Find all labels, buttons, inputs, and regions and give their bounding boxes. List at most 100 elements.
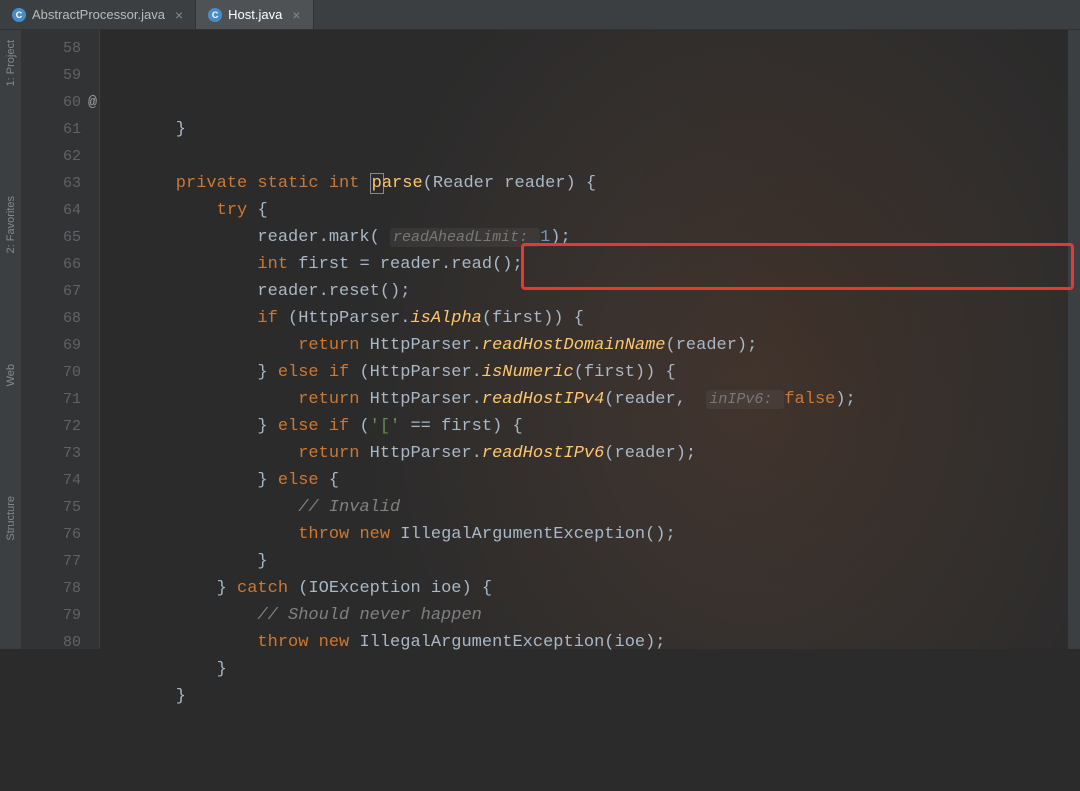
code-line[interactable]: } [135,683,1080,710]
code-line[interactable]: private static int parse(Reader reader) … [135,170,1080,197]
token-param-hint: inIPv6: [706,390,784,409]
tab-label: Host.java [228,7,282,22]
code-line[interactable]: } else if (HttpParser.isNumeric(first)) … [135,359,1080,386]
code-editor[interactable]: } private static int parse(Reader reader… [100,30,1080,649]
gutter-line[interactable]: 62 [22,143,99,170]
code-line[interactable]: if (HttpParser.isAlpha(first)) { [135,305,1080,332]
gutter-line[interactable]: 72 [22,413,99,440]
token-static-method: isAlpha [410,309,481,328]
line-gutter[interactable]: 585960@616263646566676869707172737475767… [22,30,100,649]
tool--favorites[interactable]: 2: Favorites [5,196,17,253]
close-icon[interactable]: × [175,7,183,23]
gutter-line[interactable]: 79 [22,602,99,629]
code-line[interactable] [135,143,1080,170]
token-number: 1 [540,228,550,247]
token-plain: (IOException ioe) { [298,579,492,598]
gutter-line[interactable]: 74 [22,467,99,494]
token-plain: ( [359,417,369,436]
token-plain: (first)) { [574,363,676,382]
token-plain: HttpParser. [370,336,482,355]
code-line[interactable]: throw new IllegalArgumentException(ioe); [135,629,1080,656]
token-plain: (HttpParser. [359,363,481,382]
override-marker-icon[interactable]: @ [88,94,97,111]
token-plain: (Reader reader) { [423,174,596,193]
gutter-line[interactable]: 59 [22,62,99,89]
code-line[interactable]: } else { [135,467,1080,494]
token-plain [135,606,257,625]
token-plain: } [135,660,227,679]
main-area: 1: Project2: FavoritesWebStructure 58596… [0,30,1080,649]
gutter-line[interactable]: 77 [22,548,99,575]
token-plain [135,525,298,544]
code-line[interactable]: throw new IllegalArgumentException(); [135,521,1080,548]
token-plain: } [135,120,186,139]
token-kw: else if [278,363,360,382]
code-line[interactable]: } [135,116,1080,143]
token-plain: } [135,417,278,436]
token-plain [135,336,298,355]
code-line[interactable]: } [135,548,1080,575]
token-type: int [329,174,370,193]
gutter-line[interactable]: 63 [22,170,99,197]
token-plain: reader.mark( [135,228,390,247]
token-type: int [257,255,298,274]
token-kw: private static [135,174,329,193]
gutter-line[interactable]: 71 [22,386,99,413]
gutter-line[interactable]: 60@ [22,89,99,116]
token-plain: } [135,552,268,571]
gutter-line[interactable]: 80 [22,629,99,656]
gutter-line[interactable]: 69 [22,332,99,359]
token-plain: ); [835,390,855,409]
code-line[interactable]: reader.reset(); [135,278,1080,305]
token-plain: { [329,471,339,490]
gutter-line[interactable]: 66 [22,251,99,278]
token-plain [135,255,257,274]
tab-host-java[interactable]: CHost.java× [196,0,313,29]
code-line[interactable]: return HttpParser.readHostIPv6(reader); [135,440,1080,467]
token-plain: IllegalArgumentException(); [400,525,675,544]
gutter-line[interactable]: 61 [22,116,99,143]
token-kw: throw new [298,525,400,544]
gutter-line[interactable]: 75 [22,494,99,521]
token-plain: } [135,687,186,706]
gutter-line[interactable]: 65 [22,224,99,251]
tool--project[interactable]: 1: Project [5,40,17,86]
token-plain: (reader); [604,444,696,463]
code-line[interactable] [135,710,1080,737]
token-plain: (first)) { [482,309,584,328]
token-plain [135,390,298,409]
gutter-line[interactable]: 76 [22,521,99,548]
gutter-line[interactable]: 78 [22,575,99,602]
gutter-line[interactable]: 73 [22,440,99,467]
token-kw: try [217,201,258,220]
token-plain [135,633,257,652]
code-line[interactable]: } else if ('[' == first) { [135,413,1080,440]
tab-abstractprocessor-java[interactable]: CAbstractProcessor.java× [0,0,196,29]
code-line[interactable]: // Should never happen [135,602,1080,629]
token-static-method: readHostIPv4 [482,390,604,409]
token-static-method: readHostIPv6 [482,444,604,463]
close-icon[interactable]: × [292,7,300,23]
code-line[interactable]: } catch (IOException ioe) { [135,575,1080,602]
tool-web[interactable]: Web [5,364,17,386]
token-kw: return [298,336,369,355]
token-plain: } [135,579,237,598]
code-line[interactable]: int first = reader.read(); [135,251,1080,278]
token-method: arse [382,174,423,193]
code-line[interactable]: return HttpParser.readHostDomainName(rea… [135,332,1080,359]
gutter-line[interactable]: 58 [22,35,99,62]
tool-structure[interactable]: Structure [5,496,17,541]
code-line[interactable]: } [135,656,1080,683]
gutter-line[interactable]: 70 [22,359,99,386]
code-line[interactable]: // Invalid [135,494,1080,521]
gutter-line[interactable]: 64 [22,197,99,224]
code-line[interactable]: reader.mark( readAheadLimit: 1); [135,224,1080,251]
token-plain [135,309,257,328]
gutter-line[interactable]: 68 [22,305,99,332]
token-static-method: isNumeric [482,363,574,382]
token-plain: ); [550,228,570,247]
code-line[interactable]: return HttpParser.readHostIPv4(reader, i… [135,386,1080,413]
gutter-line[interactable]: 67 [22,278,99,305]
token-comment: // Should never happen [257,606,481,625]
code-line[interactable]: try { [135,197,1080,224]
